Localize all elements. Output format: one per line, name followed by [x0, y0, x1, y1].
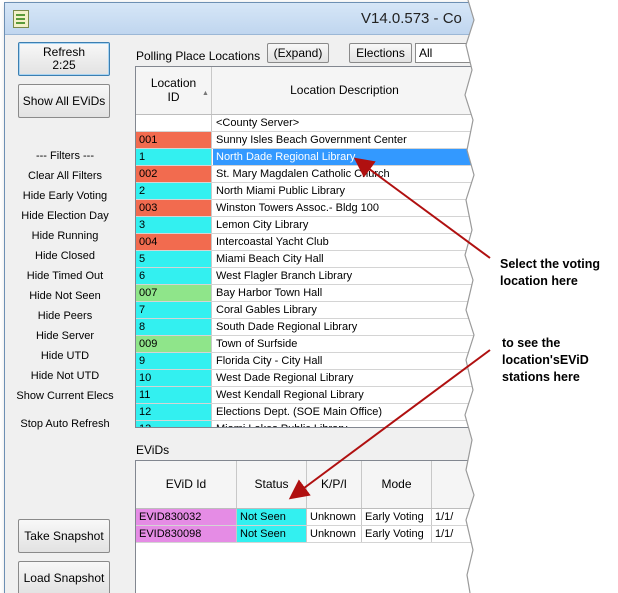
arrow-to-evid-status	[288, 349, 491, 500]
arrow-to-location	[353, 157, 491, 259]
callout-select-location-line2: location here	[500, 274, 578, 288]
annotation-arrows	[288, 157, 491, 500]
screenshot: V14.0.573 - Co Refresh 2:25 Show All EVi…	[0, 0, 618, 593]
callout-see-stations-line2: location'sEViD	[502, 353, 589, 367]
callout-see-stations: to see the location'sEViD stations here	[502, 335, 589, 386]
callout-select-location: Select the voting location here	[500, 256, 600, 290]
callout-see-stations-line1: to see the	[502, 336, 561, 350]
callout-select-location-line1: Select the voting	[500, 257, 601, 271]
callout-see-stations-line3: stations here	[502, 370, 580, 384]
